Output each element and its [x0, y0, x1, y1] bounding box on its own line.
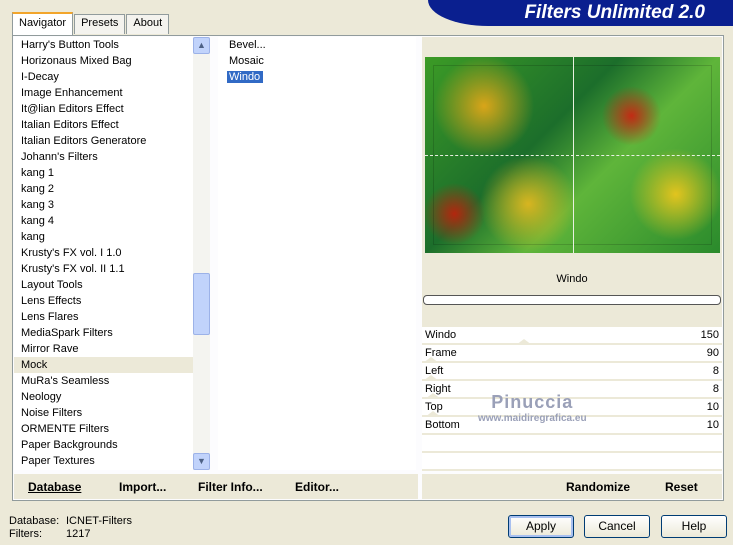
param-slider-right[interactable]: Right 8 — [422, 375, 722, 399]
category-item[interactable]: I-Decay — [14, 69, 210, 85]
tab-presets[interactable]: Presets — [74, 14, 126, 34]
param-value: 90 — [706, 347, 719, 359]
category-item[interactable]: Mock — [14, 357, 210, 373]
tab-about[interactable]: About — [126, 14, 170, 34]
param-slider-frame[interactable]: Frame 90 — [422, 339, 722, 363]
filter-title: Windo — [556, 273, 588, 285]
slider-thumb[interactable] — [516, 339, 533, 345]
filter-item[interactable]: Windo — [218, 69, 416, 85]
progress-bar — [423, 295, 721, 305]
category-item[interactable]: Harry's Button Tools — [14, 37, 210, 53]
slider-thumb[interactable] — [584, 321, 601, 327]
param-label: Windo — [425, 329, 457, 341]
apply-button[interactable]: Apply — [508, 515, 574, 538]
category-item[interactable]: Lens Flares — [14, 309, 210, 325]
editor-button[interactable]: Editor... — [295, 480, 339, 494]
import-button[interactable]: Import... — [119, 480, 166, 494]
filter-item-label: Bevel... — [229, 39, 266, 51]
category-item[interactable]: kang 2 — [14, 181, 210, 197]
category-item[interactable]: Paper Backgrounds — [14, 437, 210, 453]
category-item[interactable]: Paper Textures — [14, 453, 210, 469]
filter-item[interactable]: Bevel... — [218, 37, 416, 53]
param-slider-bottom[interactable]: Bottom 10 — [422, 411, 722, 435]
param-value: 8 — [712, 365, 719, 377]
category-scrollbar[interactable]: ▲ ▼ — [193, 37, 210, 470]
slider-thumb[interactable] — [425, 393, 442, 399]
category-item[interactable]: kang 4 — [14, 213, 210, 229]
category-item[interactable]: Horizonaus Mixed Bag — [14, 53, 210, 69]
filter-info-button[interactable]: Filter Info... — [198, 480, 263, 494]
database-label: Database: — [9, 515, 60, 527]
scroll-up-icon[interactable]: ▲ — [193, 37, 210, 54]
reset-button[interactable]: Reset — [665, 480, 698, 494]
category-item[interactable]: Italian Editors Generatore — [14, 133, 210, 149]
filter-list[interactable]: Bevel... Mosaic Windo — [218, 37, 416, 470]
param-value: 10 — [706, 401, 719, 413]
tab-bar: Navigator Presets About — [12, 12, 170, 35]
category-item[interactable]: Noise Filters — [14, 405, 210, 421]
tab-navigator[interactable]: Navigator — [12, 12, 74, 35]
category-item[interactable]: Image Enhancement — [14, 85, 210, 101]
category-item[interactable]: Mirror Rave — [14, 341, 210, 357]
scrollbar-thumb[interactable] — [193, 273, 210, 335]
category-item[interactable]: MuRa's Seamless — [14, 373, 210, 389]
preview-image[interactable] — [425, 57, 720, 253]
param-slider-left[interactable]: Left 8 — [422, 357, 722, 381]
app-title-banner: Filters Unlimited 2.0 — [428, 0, 733, 26]
filter-settings-panel: Windo Windo 150 Frame 90 Left 8 Right 8 Top 10 Bot… — [422, 37, 722, 471]
param-value: 8 — [712, 383, 719, 395]
toolbar-separator — [418, 474, 422, 499]
filter-item[interactable]: Mosaic — [218, 53, 416, 69]
category-item[interactable]: kang 1 — [14, 165, 210, 181]
slider-thumb[interactable] — [425, 411, 442, 417]
category-item[interactable]: Neology — [14, 389, 210, 405]
param-value: 10 — [706, 419, 719, 431]
filter-item-label: Windo — [227, 71, 264, 83]
bottom-toolbar: Database Import... Filter Info... Editor… — [14, 474, 722, 499]
empty-param-row — [422, 453, 722, 471]
category-item[interactable]: Italian Editors Effect — [14, 117, 210, 133]
empty-param-row — [422, 435, 722, 453]
param-slider-top[interactable]: Top 10 — [422, 393, 722, 417]
param-value: 150 — [700, 329, 719, 341]
category-item[interactable]: Krusty's FX vol. II 1.1 — [14, 261, 210, 277]
parameter-sliders: Windo 150 Frame 90 Left 8 Right 8 Top 10 Bottom 10 — [422, 321, 722, 471]
randomize-button[interactable]: Randomize — [566, 480, 630, 494]
param-label: Bottom — [425, 419, 460, 431]
status-info: Database: ICNET-Filters Filters: 1217 — [9, 515, 132, 541]
filter-item-label: Mosaic — [229, 55, 264, 67]
filters-count: 1217 — [66, 528, 91, 540]
category-item[interactable]: It@lian Editors Effect — [14, 101, 210, 117]
database-button[interactable]: Database — [28, 480, 81, 494]
slider-thumb[interactable] — [423, 375, 440, 381]
help-button[interactable]: Help — [661, 515, 727, 538]
param-slider-windo[interactable]: Windo 150 — [422, 321, 722, 345]
cancel-button[interactable]: Cancel — [584, 515, 650, 538]
preview-guide-vertical — [573, 57, 574, 253]
category-item[interactable]: ORMENTE Filters — [14, 421, 210, 437]
scroll-down-icon[interactable]: ▼ — [193, 453, 210, 470]
category-item[interactable]: Lens Effects — [14, 293, 210, 309]
category-item[interactable]: kang 3 — [14, 197, 210, 213]
category-item[interactable]: Johann's Filters — [14, 149, 210, 165]
category-item[interactable]: Krusty's FX vol. I 1.0 — [14, 245, 210, 261]
category-item[interactable]: kang — [14, 229, 210, 245]
category-list[interactable]: Harry's Button Tools Horizonaus Mixed Bag… — [14, 37, 210, 470]
filters-label: Filters: — [9, 528, 42, 540]
database-value: ICNET-Filters — [66, 515, 132, 527]
slider-thumb[interactable] — [423, 357, 440, 363]
category-item[interactable]: Layout Tools — [14, 277, 210, 293]
category-item[interactable]: MediaSpark Filters — [14, 325, 210, 341]
